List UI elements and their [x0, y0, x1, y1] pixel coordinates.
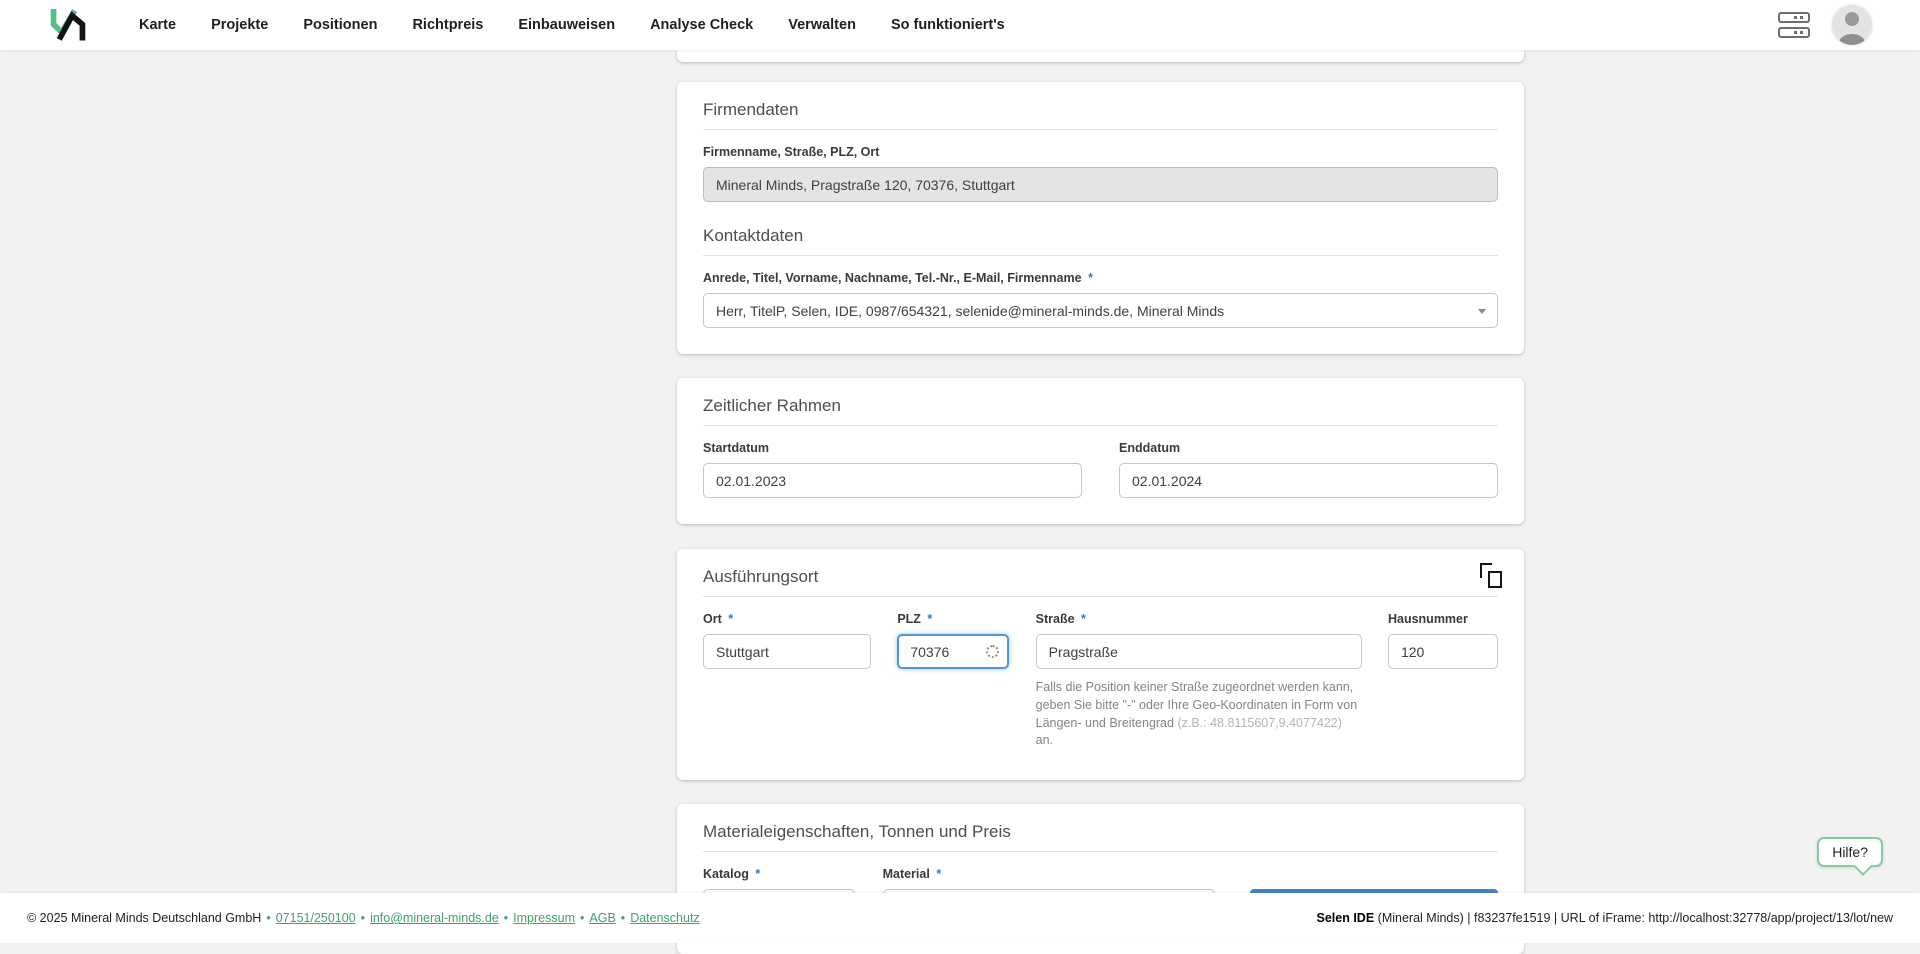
hausnummer-input[interactable]	[1388, 634, 1498, 669]
material-label: Material *	[883, 867, 1215, 882]
form-column: Firmendaten Firmenname, Straße, PLZ, Ort…	[677, 50, 1524, 954]
plz-label-text: PLZ	[897, 612, 921, 626]
main-nav: Karte Projekte Positionen Richtpreis Ein…	[139, 17, 1005, 33]
copy-icon-front	[1488, 571, 1502, 588]
material-label-text: Material	[883, 867, 930, 881]
footer-link-impressum[interactable]: Impressum	[513, 911, 575, 925]
required-asterisk: *	[927, 612, 932, 626]
header-right-actions	[1778, 5, 1872, 45]
card-title-firmendaten: Firmendaten	[703, 100, 1498, 120]
mineral-minds-logo-icon[interactable]	[50, 9, 86, 41]
required-asterisk: *	[755, 867, 760, 881]
server-icon[interactable]	[1778, 12, 1810, 38]
hausnummer-field-group: Hausnummer	[1388, 612, 1498, 750]
nav-item-karte[interactable]: Karte	[139, 17, 176, 33]
separator: •	[266, 911, 270, 925]
separator: •	[580, 911, 584, 925]
card-firmendaten: Firmendaten Firmenname, Straße, PLZ, Ort…	[677, 82, 1524, 354]
top-navigation-bar: Karte Projekte Positionen Richtpreis Ein…	[0, 0, 1920, 50]
kontakt-select[interactable]: Herr, TitelP, Selen, IDE, 0987/654321, s…	[703, 293, 1498, 328]
strasse-label-text: Straße	[1036, 612, 1075, 626]
strasse-hint-text: Falls die Position keiner Straße zugeord…	[1036, 679, 1362, 750]
required-asterisk: *	[1088, 271, 1093, 285]
kontakt-label-text: Anrede, Titel, Vorname, Nachname, Tel.-N…	[703, 271, 1082, 285]
divider	[703, 255, 1498, 256]
footer-link-email[interactable]: info@mineral-minds.de	[370, 911, 499, 925]
previous-card-partial	[677, 50, 1524, 62]
divider	[703, 596, 1498, 597]
footer-app-name: Selen IDE	[1317, 911, 1375, 925]
card-title-ausfuehrungsort: Ausführungsort	[703, 567, 1498, 587]
copyright-text: © 2025 Mineral Minds Deutschland GmbH	[27, 911, 261, 925]
divider	[703, 851, 1498, 852]
card-title-zeitlicher-rahmen: Zeitlicher Rahmen	[703, 396, 1498, 416]
footer-link-phone[interactable]: 07151/250100	[276, 911, 356, 925]
required-asterisk: *	[1081, 612, 1086, 626]
footer-left: © 2025 Mineral Minds Deutschland GmbH • 07…	[27, 911, 700, 925]
loading-spinner-icon	[986, 645, 999, 658]
startdatum-input[interactable]	[703, 463, 1082, 498]
separator: •	[621, 911, 625, 925]
footer-session-info: (Mineral Minds) | f83237fe1519 | URL of …	[1374, 911, 1893, 925]
strasse-input[interactable]	[1036, 634, 1362, 669]
required-asterisk: *	[728, 612, 733, 626]
ort-input[interactable]	[703, 634, 871, 669]
company-readonly-input	[703, 167, 1498, 202]
plz-field-group: PLZ *	[897, 612, 1009, 750]
kontakt-label: Anrede, Titel, Vorname, Nachname, Tel.-N…	[703, 271, 1498, 286]
nav-item-richtpreis[interactable]: Richtpreis	[412, 17, 483, 33]
card-zeitlicher-rahmen: Zeitlicher Rahmen Startdatum Enddatum	[677, 378, 1524, 524]
chevron-down-icon	[1478, 309, 1486, 314]
startdatum-field-group: Startdatum	[703, 441, 1082, 498]
enddatum-input[interactable]	[1119, 463, 1498, 498]
card-ausfuehrungsort: Ausführungsort Ort * PLZ *	[677, 549, 1524, 780]
copy-icon[interactable]	[1480, 563, 1502, 588]
startdatum-label: Startdatum	[703, 441, 1082, 456]
strasse-label: Straße *	[1036, 612, 1362, 627]
card-title-materialeigenschaften: Materialeigenschaften, Tonnen und Preis	[703, 822, 1498, 842]
enddatum-field-group: Enddatum	[1119, 441, 1498, 498]
footer-right: Selen IDE (Mineral Minds) | f83237fe1519…	[1317, 911, 1893, 925]
nav-item-so-funktionierts[interactable]: So funktioniert's	[891, 17, 1005, 33]
card-title-kontaktdaten: Kontaktdaten	[703, 226, 1498, 246]
kontakt-select-value: Herr, TitelP, Selen, IDE, 0987/654321, s…	[716, 303, 1224, 319]
footer-link-agb[interactable]: AGB	[589, 911, 615, 925]
plz-label: PLZ *	[897, 612, 1009, 627]
hint-suffix: an.	[1036, 733, 1053, 747]
nav-item-analyse-check[interactable]: Analyse Check	[650, 17, 753, 33]
katalog-label-text: Katalog	[703, 867, 749, 881]
strasse-field-group: Straße * Falls die Position keiner Straß…	[1036, 612, 1362, 750]
server-icon-row	[1778, 12, 1810, 23]
ort-field-group: Ort *	[703, 612, 871, 750]
nav-item-projekte[interactable]: Projekte	[211, 17, 268, 33]
hausnummer-label: Hausnummer	[1388, 612, 1498, 627]
ort-label: Ort *	[703, 612, 871, 627]
user-avatar-icon[interactable]	[1832, 5, 1872, 45]
divider	[703, 129, 1498, 130]
separator: •	[504, 911, 508, 925]
separator: •	[361, 911, 365, 925]
required-asterisk: *	[936, 867, 941, 881]
ort-label-text: Ort	[703, 612, 722, 626]
enddatum-label: Enddatum	[1119, 441, 1498, 456]
hint-example: (z.B.: 48.8115607,9.4077422)	[1177, 716, 1341, 730]
footer-bar: © 2025 Mineral Minds Deutschland GmbH • 07…	[0, 893, 1920, 943]
nav-item-verwalten[interactable]: Verwalten	[788, 17, 856, 33]
company-label: Firmenname, Straße, PLZ, Ort	[703, 145, 1498, 160]
divider	[703, 425, 1498, 426]
server-icon-row	[1778, 27, 1810, 38]
nav-item-positionen[interactable]: Positionen	[303, 17, 377, 33]
nav-item-einbauweisen[interactable]: Einbauweisen	[518, 17, 615, 33]
katalog-label: Katalog *	[703, 867, 855, 882]
hilfe-button[interactable]: Hilfe?	[1817, 837, 1883, 867]
footer-link-datenschutz[interactable]: Datenschutz	[630, 911, 699, 925]
